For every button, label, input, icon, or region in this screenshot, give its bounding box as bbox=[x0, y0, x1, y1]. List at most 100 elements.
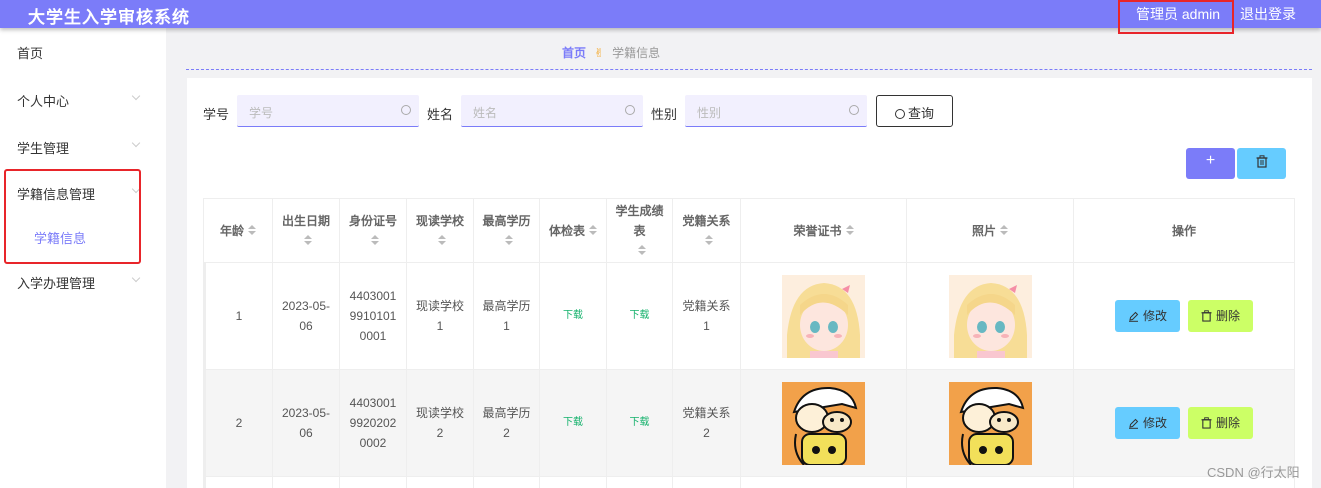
admin-highlight-box bbox=[1118, 0, 1234, 34]
table-cell-age: 2 bbox=[203, 370, 273, 477]
sort-icon[interactable] bbox=[438, 231, 446, 251]
logout-link[interactable]: 退出登录 bbox=[1240, 4, 1296, 24]
table-row-partial bbox=[607, 477, 673, 488]
header-label: 年龄 bbox=[219, 223, 244, 238]
table-header-cell[interactable]: 荣誉证书 bbox=[741, 198, 907, 263]
header-label: 荣誉证书 bbox=[793, 223, 842, 238]
cell-text: 2023-05-06 bbox=[281, 406, 331, 440]
sort-icon[interactable] bbox=[371, 231, 379, 251]
sort-icon[interactable] bbox=[248, 221, 256, 241]
table-header-cell[interactable]: 学生成绩表 bbox=[607, 198, 673, 263]
app-title: 大学生入学审核系统 bbox=[28, 8, 190, 27]
query-button[interactable]: 查询 bbox=[876, 95, 953, 127]
header-label: 身份证号 bbox=[348, 213, 397, 228]
trash-icon bbox=[1256, 155, 1267, 168]
table-row-partial bbox=[907, 477, 1074, 488]
sidebar-item-personal[interactable]: 个人中心 bbox=[17, 91, 69, 110]
table-row-partial bbox=[203, 477, 273, 488]
download-link[interactable]: 下载 bbox=[630, 306, 650, 326]
edit-button[interactable]: 修改 bbox=[1115, 300, 1180, 332]
student-no-input[interactable]: 学号 bbox=[237, 95, 419, 127]
gender-placeholder: 性别 bbox=[697, 106, 722, 120]
header-label: 操作 bbox=[1171, 223, 1196, 238]
sort-icon[interactable] bbox=[304, 231, 312, 251]
download-link[interactable]: 下载 bbox=[630, 413, 650, 433]
table-cell-grades[interactable]: 下载 bbox=[607, 370, 673, 477]
table-cell-school: 现读学校1 bbox=[407, 263, 474, 370]
cell-text: 440300199202020002 bbox=[349, 396, 397, 450]
table-header-cell: 操作 bbox=[1074, 198, 1295, 263]
edit-button[interactable]: 修改 bbox=[1115, 407, 1180, 439]
table-cell-grades[interactable]: 下载 bbox=[607, 263, 673, 370]
cell-text: 1 bbox=[235, 309, 243, 323]
download-link[interactable]: 下载 bbox=[563, 306, 583, 326]
header-label: 体检表 bbox=[548, 223, 585, 238]
add-button[interactable]: + bbox=[1186, 148, 1235, 179]
batch-delete-button[interactable] bbox=[1237, 148, 1286, 179]
cell-text: 党籍关系1 bbox=[682, 299, 731, 333]
table-header-cell[interactable]: 体检表 bbox=[540, 198, 607, 263]
sort-icon[interactable] bbox=[589, 221, 597, 241]
hand-icon: ✌ bbox=[594, 46, 605, 60]
cell-text: 最高学历1 bbox=[482, 299, 531, 333]
table-cell-id: 440300199202020002 bbox=[340, 370, 407, 477]
honor-certificate-cell bbox=[741, 370, 907, 477]
sort-icon[interactable] bbox=[1000, 221, 1008, 241]
table-header-cell[interactable]: 年龄 bbox=[203, 198, 273, 263]
download-link[interactable]: 下载 bbox=[563, 413, 583, 433]
delete-button[interactable]: 删除 bbox=[1188, 407, 1253, 439]
honor-certificate-image[interactable] bbox=[782, 274, 865, 358]
sort-icon[interactable] bbox=[637, 241, 646, 261]
search-icon bbox=[849, 105, 859, 115]
sidebar-item-students[interactable]: 学生管理 bbox=[17, 138, 69, 157]
gender-input[interactable]: 性别 bbox=[685, 95, 867, 127]
sidebar-item-admission[interactable]: 入学办理管理 bbox=[17, 273, 95, 292]
delete-button[interactable]: 删除 bbox=[1188, 300, 1253, 332]
table-cell-edu: 最高学历1 bbox=[474, 263, 540, 370]
search-label-name: 姓名 bbox=[427, 107, 454, 122]
table-row-partial bbox=[540, 477, 607, 488]
table-cell-health[interactable]: 下载 bbox=[540, 263, 607, 370]
cell-text: 现读学校2 bbox=[415, 406, 464, 440]
search-label-gender: 性别 bbox=[651, 107, 678, 122]
table-cell-party: 党籍关系2 bbox=[673, 370, 741, 477]
sidebar-item-home[interactable]: 首页 bbox=[17, 43, 43, 62]
edit-label: 修改 bbox=[1142, 309, 1167, 323]
chevron-down-icon bbox=[131, 91, 141, 101]
table-header-cell[interactable]: 身份证号 bbox=[340, 198, 407, 263]
honor-certificate-image[interactable] bbox=[782, 381, 865, 466]
delete-label: 删除 bbox=[1215, 416, 1240, 430]
table-cell-birth: 2023-05-06 bbox=[273, 370, 340, 477]
header-label: 学生成绩表 bbox=[615, 203, 664, 238]
divider bbox=[186, 69, 1312, 70]
table-cell-birth: 2023-05-06 bbox=[273, 263, 340, 370]
photo-image[interactable] bbox=[948, 381, 1032, 466]
honor-certificate-cell bbox=[741, 263, 907, 370]
edit-label: 修改 bbox=[1142, 416, 1167, 430]
photo-image[interactable] bbox=[948, 274, 1032, 358]
sidebar-highlight-box bbox=[4, 169, 141, 264]
table-header-cell[interactable]: 出生日期 bbox=[273, 198, 340, 263]
table-header-cell[interactable]: 照片 bbox=[907, 198, 1074, 263]
cell-text: 现读学校1 bbox=[415, 299, 464, 333]
query-label: 查询 bbox=[907, 106, 934, 121]
breadcrumb: 首页 ✌ 学籍信息 bbox=[562, 44, 660, 61]
cell-text: 440300199101010001 bbox=[349, 289, 397, 343]
sort-icon[interactable] bbox=[504, 231, 513, 251]
edit-icon bbox=[1128, 311, 1139, 322]
header-label: 照片 bbox=[971, 223, 996, 238]
search-label-student-no: 学号 bbox=[203, 107, 230, 122]
table-header-cell[interactable]: 最高学历 bbox=[474, 198, 540, 263]
table-cell-health[interactable]: 下载 bbox=[540, 370, 607, 477]
sort-icon[interactable] bbox=[845, 221, 854, 241]
table-cell-id: 440300199101010001 bbox=[340, 263, 407, 370]
name-input[interactable]: 姓名 bbox=[461, 95, 643, 127]
delete-label: 删除 bbox=[1215, 309, 1240, 323]
table-header-cell[interactable]: 党籍关系 bbox=[673, 198, 741, 263]
table-header-cell[interactable]: 现读学校 bbox=[407, 198, 474, 263]
breadcrumb-current: 学籍信息 bbox=[612, 46, 661, 60]
sort-icon[interactable] bbox=[704, 231, 713, 251]
table-cell-school: 现读学校2 bbox=[407, 370, 474, 477]
header-label: 党籍关系 bbox=[682, 213, 731, 228]
breadcrumb-home[interactable]: 首页 bbox=[562, 46, 586, 60]
